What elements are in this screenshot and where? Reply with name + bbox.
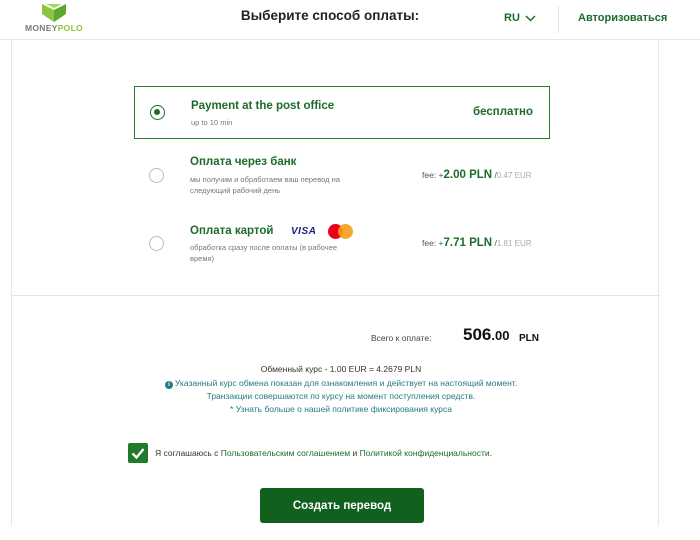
payment-option-bank[interactable]: Оплата через банк мы получим и обработае…	[134, 150, 550, 200]
page-title: Выберите способ оплаты:	[240, 8, 420, 23]
payment-option-post-office[interactable]: Payment at the post office up to 10 min …	[134, 86, 550, 139]
option-fee: fee: +2.00 PLN /0.47 EUR	[422, 169, 532, 181]
total-label: Всего к оплате:	[371, 333, 432, 343]
info-icon: i	[164, 381, 173, 389]
option-subtitle-line2: следующий рабочий день	[190, 186, 281, 195]
option-subtitle-line2: время)	[190, 254, 215, 263]
option-subtitle: up to 10 min	[191, 118, 233, 127]
agree-suffix: .	[489, 448, 492, 458]
radio-post-office[interactable]	[150, 105, 165, 120]
mastercard-icon	[328, 224, 354, 240]
logo-wordmark: MONEYPOLO	[25, 23, 83, 33]
fee-amount: 7.71 PLN	[443, 237, 493, 249]
fee-label: fee: +	[422, 170, 444, 180]
agree-and: и	[350, 448, 360, 458]
option-title: Оплата через банк	[190, 156, 297, 168]
agree-prefix: Я соглашаюсь с	[155, 448, 221, 458]
total-currency: PLN	[519, 333, 539, 344]
agreement-text: Я соглашаюсь с Пользовательским соглашен…	[155, 448, 492, 458]
option-price: бесплатно	[473, 106, 533, 118]
agree-checkbox[interactable]	[128, 443, 148, 463]
checkmark-icon	[131, 448, 145, 460]
fee-label: fee: +	[422, 238, 444, 248]
section-divider	[12, 295, 660, 296]
radio-card[interactable]	[149, 236, 164, 251]
total-int: 506	[463, 325, 492, 344]
fee-eur: 1.81 EUR	[496, 239, 532, 248]
total-dec: .00	[491, 328, 510, 343]
user-agreement-link[interactable]: Пользовательским соглашением	[221, 448, 350, 458]
option-fee: fee: +7.71 PLN /1.81 EUR	[422, 237, 532, 249]
option-subtitle-line1: мы получим и обработаем ваш перевод на	[190, 175, 340, 184]
create-transfer-button[interactable]: Создать перевод	[260, 488, 424, 523]
rate-policy-link[interactable]: * Узнать больше о нашей политике фиксиро…	[0, 404, 682, 414]
option-subtitle-line1: обработка сразу после оплаты (в рабочее	[190, 243, 338, 252]
option-title: Оплата картой	[190, 225, 274, 237]
rate-info-text: Указанный курс обмена показан для ознако…	[174, 378, 518, 388]
rate-info-line1: i Указанный курс обмена показан для ознак…	[0, 378, 682, 389]
fee-amount: 2.00 PLN	[443, 169, 493, 181]
exchange-rate: Обменный курс - 1.00 EUR = 4.2679 PLN	[260, 364, 422, 374]
privacy-policy-link[interactable]: Политикой конфиденциальности	[360, 448, 490, 458]
rate-info-line2: Транзакции совершаются по курсу на момен…	[206, 391, 476, 401]
total-amount: 506.00	[463, 325, 509, 345]
option-title: Payment at the post office	[191, 100, 335, 112]
fee-eur: 0.47 EUR	[496, 171, 532, 180]
radio-bank[interactable]	[149, 168, 164, 183]
payment-option-card[interactable]: Оплата картой VISA обработка сразу после…	[134, 220, 550, 270]
visa-icon: VISA	[291, 226, 317, 237]
